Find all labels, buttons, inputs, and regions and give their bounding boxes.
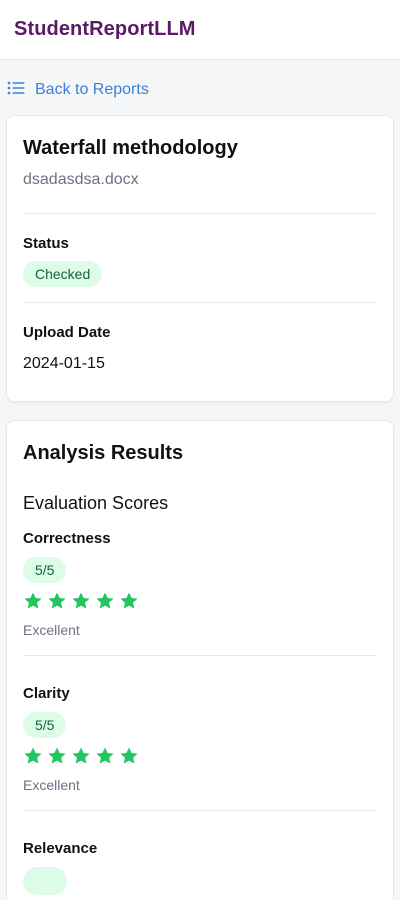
divider xyxy=(23,655,377,656)
star-icon xyxy=(72,592,90,609)
evaluation-scores-title: Evaluation Scores xyxy=(23,493,169,513)
list-icon xyxy=(7,80,25,101)
star-icon xyxy=(48,592,66,609)
divider xyxy=(23,810,377,811)
star-icon xyxy=(96,592,114,609)
star-rating xyxy=(23,591,377,611)
star-icon xyxy=(120,592,138,609)
top-bar: StudentReportLLM xyxy=(0,0,400,60)
back-to-reports-label: Back to Reports xyxy=(35,81,149,98)
star-rating xyxy=(23,746,377,766)
report-title: Waterfall methodology xyxy=(23,137,238,159)
star-icon xyxy=(72,747,90,764)
metric-correctness: Correctness 5/5 Excellent xyxy=(23,530,377,656)
metric-name: Correctness xyxy=(23,530,111,547)
app-title[interactable]: StudentReportLLM xyxy=(14,18,196,41)
star-icon xyxy=(24,747,42,764)
divider xyxy=(23,213,377,214)
upload-date-value: 2024-01-15 xyxy=(23,355,105,372)
analysis-results-title: Analysis Results xyxy=(23,442,184,464)
divider xyxy=(23,302,377,303)
back-to-reports-link[interactable]: Back to Reports xyxy=(7,79,400,101)
status-label: Status xyxy=(23,235,69,252)
star-icon xyxy=(48,747,66,764)
score-description: Excellent xyxy=(23,777,80,793)
report-filename: dsadasdsa.docx xyxy=(23,171,139,188)
status-badge: Checked xyxy=(23,261,103,287)
analysis-results-card: Analysis Results Evaluation Scores Corre… xyxy=(6,420,394,900)
metric-name: Clarity xyxy=(23,685,70,702)
metric-name: Relevance xyxy=(23,840,98,857)
star-icon xyxy=(96,747,114,764)
upload-date-label: Upload Date xyxy=(23,324,111,341)
report-info-card: Waterfall methodology dsadasdsa.docx Sta… xyxy=(6,115,394,402)
score-badge: 5/5 xyxy=(23,712,67,738)
metric-clarity: Clarity 5/5 Excellent xyxy=(23,685,377,811)
score-badge: 5/5 xyxy=(23,557,67,583)
star-icon xyxy=(120,747,138,764)
score-badge xyxy=(23,867,67,895)
star-icon xyxy=(24,592,42,609)
metric-relevance: Relevance xyxy=(23,840,377,900)
score-description: Excellent xyxy=(23,622,80,638)
